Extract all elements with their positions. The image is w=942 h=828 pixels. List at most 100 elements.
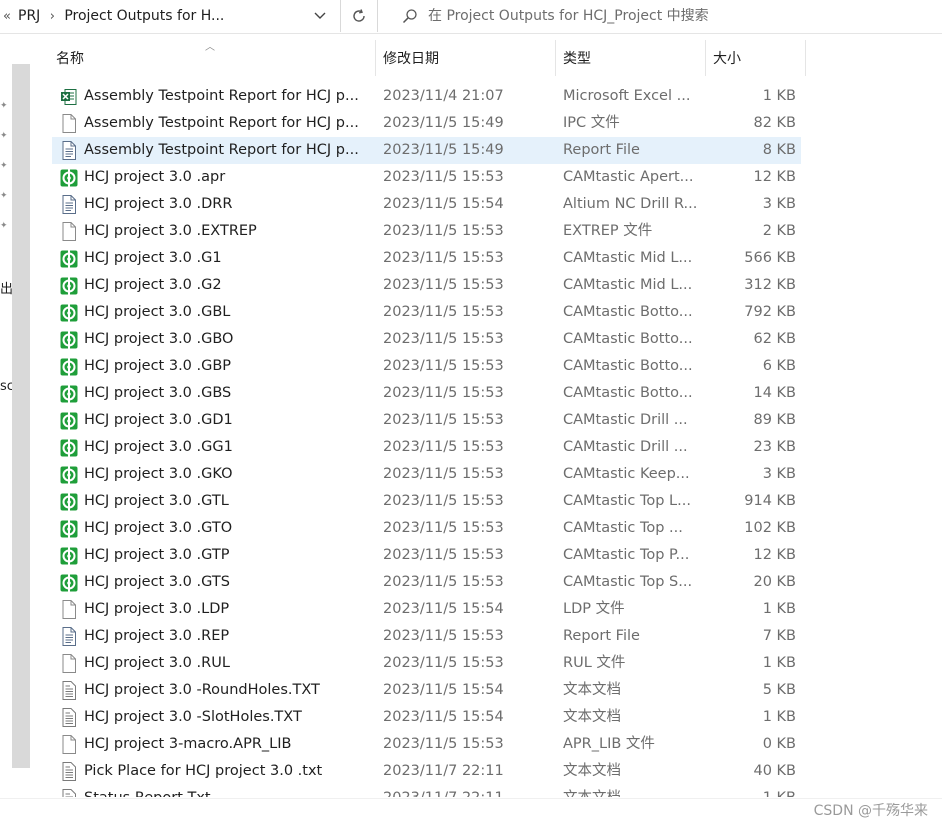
file-date: 2023/11/5 15:53 (383, 628, 504, 644)
address-history-chevron-down-icon[interactable] (308, 6, 332, 26)
column-header-size-label: 大小 (713, 51, 741, 67)
file-row[interactable]: HCJ project 3.0 .GBO 2023/11/5 15:53 CAMta… (52, 326, 801, 353)
pin-icon[interactable]: ✦ (0, 161, 10, 171)
file-name: HCJ project 3.0 .GBP (84, 358, 232, 374)
camtastic-icon (59, 245, 79, 272)
file-type: CAMtastic Drill ... (563, 439, 688, 455)
file-row[interactable]: HCJ project 3.0 .EXTREP 2023/11/5 15:53 EX… (52, 218, 801, 245)
file-row[interactable]: HCJ project 3.0 .LDP 2023/11/5 15:54 LDP 文… (52, 596, 801, 623)
pin-icon[interactable]: ✦ (0, 101, 10, 111)
watermark: CSDN @千殇华来 (813, 803, 928, 819)
file-name: HCJ project 3.0 .LDP (84, 601, 230, 617)
pin-icon[interactable]: ✦ (0, 221, 10, 231)
file-name: HCJ project 3-macro.APR_LIB (84, 736, 292, 752)
pin-icon[interactable]: ✦ (0, 131, 10, 141)
file-row[interactable]: HCJ project 3.0 .G2 2023/11/5 15:53 CAMtas… (52, 272, 801, 299)
file-type: CAMtastic Apert... (563, 169, 694, 185)
file-row[interactable]: HCJ project 3.0 .G1 2023/11/5 15:53 CAMtas… (52, 245, 801, 272)
camtastic-icon (59, 461, 79, 488)
file-row[interactable]: HCJ project 3.0 .GBS 2023/11/5 15:53 CAMta… (52, 380, 801, 407)
file-row[interactable]: HCJ project 3.0 .GBL 2023/11/5 15:53 CAMta… (52, 299, 801, 326)
nav-scrollbar[interactable] (12, 64, 30, 768)
file-row[interactable]: Assembly Testpoint Report for HCJ p... 20… (52, 110, 801, 137)
file-name: Pick Place for HCJ project 3.0 .txt (84, 763, 323, 779)
file-row[interactable]: HCJ project 3.0 .GTL 2023/11/5 15:53 CAMta… (52, 488, 801, 515)
breadcrumb-separator-icon[interactable]: › (44, 9, 60, 24)
file-row[interactable]: HCJ project 3.0 .GD1 2023/11/5 15:53 CAMta… (52, 407, 801, 434)
file-size: 312 KB (744, 277, 796, 293)
text-file-icon (59, 623, 79, 650)
file-date: 2023/11/5 15:53 (383, 331, 504, 347)
file-size: 2 KB (762, 223, 796, 239)
file-type: CAMtastic Top S... (563, 574, 693, 590)
nav-item-fragment[interactable]: 出 (0, 278, 12, 297)
file-name: HCJ project 3.0 .GBL (84, 304, 231, 320)
file-row[interactable]: HCJ project 3.0 .REP 2023/11/5 15:53 Repor… (52, 623, 801, 650)
file-row[interactable]: Assembly Testpoint Report for HCJ p... 20… (52, 137, 801, 164)
status-bar (0, 798, 942, 828)
file-row[interactable]: HCJ project 3.0 .GTS 2023/11/5 15:53 CAMta… (52, 569, 801, 596)
camtastic-icon (59, 542, 79, 569)
nav-item-fragment[interactable]: sc (0, 379, 12, 394)
camtastic-icon (59, 380, 79, 407)
navigation-pane: ✦ ✦ ✦ ✦ ✦ 出 sc (0, 34, 42, 798)
breadcrumb-item-prj[interactable]: PRJ (14, 8, 44, 24)
pin-icon[interactable]: ✦ (0, 191, 10, 201)
breadcrumb-item-current[interactable]: Project Outputs for H... (60, 8, 228, 24)
file-row[interactable]: HCJ project 3.0 .GTO 2023/11/5 15:53 CAMta… (52, 515, 801, 542)
file-size: 3 KB (762, 196, 796, 212)
file-row[interactable]: HCJ project 3-macro.APR_LIB 2023/11/5 15:… (52, 731, 801, 758)
file-row[interactable]: HCJ project 3.0 .RUL 2023/11/5 15:53 RUL 文… (52, 650, 801, 677)
file-row[interactable]: Status Report.Txt 2023/11/7 22:11 文本文档 1 KB (52, 785, 801, 797)
file-row[interactable]: HCJ project 3.0 .GTP 2023/11/5 15:53 CAMta… (52, 542, 801, 569)
file-name: HCJ project 3.0 .GD1 (84, 412, 233, 428)
column-header-type[interactable]: 类型 (555, 40, 705, 76)
column-header-size[interactable]: 大小 (705, 40, 805, 76)
file-row[interactable]: HCJ project 3.0 -SlotHoles.TXT 2023/11/5 … (52, 704, 801, 731)
file-date: 2023/11/5 15:53 (383, 736, 504, 752)
file-size: 0 KB (762, 736, 796, 752)
file-name: HCJ project 3.0 -SlotHoles.TXT (84, 709, 302, 725)
refresh-button[interactable] (340, 0, 378, 32)
search-box[interactable] (392, 0, 942, 32)
file-type: EXTREP 文件 (563, 223, 653, 239)
file-row[interactable]: HCJ project 3.0 .GKO 2023/11/5 15:53 CAMta… (52, 461, 801, 488)
file-size: 566 KB (744, 250, 796, 266)
file-date: 2023/11/5 15:54 (383, 196, 504, 212)
file-name: HCJ project 3.0 .DRR (84, 196, 233, 212)
file-date: 2023/11/5 15:53 (383, 277, 504, 293)
file-date: 2023/11/5 15:53 (383, 385, 504, 401)
file-size: 14 KB (753, 385, 796, 401)
file-type: CAMtastic Botto... (563, 304, 693, 320)
file-name: HCJ project 3.0 .REP (84, 628, 230, 644)
file-name: HCJ project 3.0 .RUL (84, 655, 230, 671)
address-toolbar: « PRJ › Project Outputs for H... (0, 0, 942, 34)
column-header-date[interactable]: 修改日期 (375, 40, 555, 76)
file-row[interactable]: HCJ project 3.0 -RoundHoles.TXT 2023/11/5… (52, 677, 801, 704)
column-header-name[interactable]: 名称 (42, 40, 375, 76)
blank-file-icon (59, 596, 79, 623)
file-date: 2023/11/4 21:07 (383, 88, 504, 104)
file-type: Report File (563, 142, 640, 158)
file-name: HCJ project 3.0 .GBO (84, 331, 234, 347)
breadcrumb-overflow-icon[interactable]: « (0, 9, 14, 24)
file-date: 2023/11/5 15:53 (383, 169, 504, 185)
file-date: 2023/11/7 22:11 (383, 763, 504, 779)
search-input[interactable] (428, 8, 928, 24)
file-date: 2023/11/5 15:53 (383, 304, 504, 320)
file-row[interactable]: Assembly Testpoint Report for HCJ p... 20… (52, 83, 801, 110)
file-row[interactable]: Pick Place for HCJ project 3.0 .txt 2023/… (52, 758, 801, 785)
file-row[interactable]: HCJ project 3.0 .DRR 2023/11/5 15:54 Altiu… (52, 191, 801, 218)
file-row[interactable]: HCJ project 3.0 .apr 2023/11/5 15:53 CAMta… (52, 164, 801, 191)
column-divider[interactable] (805, 40, 806, 76)
file-row[interactable]: HCJ project 3.0 .GG1 2023/11/5 15:53 CAMta… (52, 434, 801, 461)
file-name: HCJ project 3.0 .EXTREP (84, 223, 257, 239)
file-type: 文本文档 (563, 709, 621, 725)
file-name: HCJ project 3.0 -RoundHoles.TXT (84, 682, 320, 698)
file-type: CAMtastic Keep... (563, 466, 690, 482)
file-row[interactable]: HCJ project 3.0 .GBP 2023/11/5 15:53 CAMta… (52, 353, 801, 380)
file-name: Assembly Testpoint Report for HCJ p... (84, 115, 359, 131)
text-doc-icon (59, 785, 79, 797)
file-date: 2023/11/5 15:53 (383, 439, 504, 455)
camtastic-icon (59, 569, 79, 596)
